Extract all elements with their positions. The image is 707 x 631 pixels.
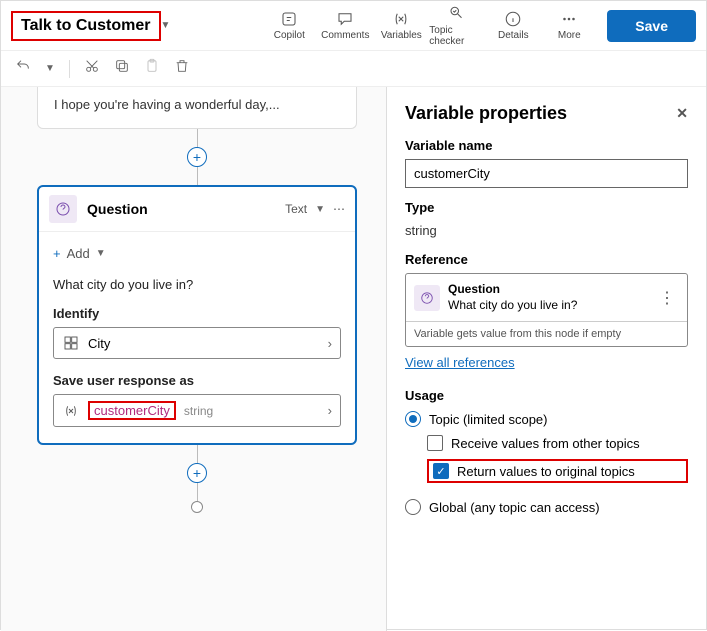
chevron-down-icon[interactable]: ▼: [315, 204, 325, 215]
reference-more-icon[interactable]: ⋮: [655, 288, 679, 308]
identify-label: Identify: [53, 306, 341, 321]
usage-topic-radio[interactable]: [405, 411, 421, 427]
variable-name-label: Variable name: [405, 138, 688, 153]
details-button[interactable]: Details: [485, 10, 541, 41]
variable-type: string: [184, 404, 213, 418]
copy-button[interactable]: [114, 58, 130, 79]
return-values-label: Return values to original topics: [457, 464, 635, 479]
variables-button[interactable]: Variables: [373, 10, 429, 41]
variable-name-input[interactable]: [405, 159, 688, 188]
variable-properties-panel: Variable properties ✕ Variable name Type…: [386, 87, 706, 631]
add-node-button[interactable]: +: [187, 463, 207, 483]
question-node-title: Question: [87, 201, 275, 217]
reference-box: Question What city do you live in? ⋮ Var…: [405, 273, 688, 347]
question-icon: [49, 195, 77, 223]
usage-topic-label: Topic (limited scope): [429, 412, 548, 427]
question-node[interactable]: Question Text ▼ ⋯ + Add ▼ What city do y…: [37, 185, 357, 445]
question-icon: [414, 285, 440, 311]
reference-title: Question: [448, 282, 647, 298]
reference-subtitle: What city do you live in?: [448, 298, 647, 314]
reference-note: Variable gets value from this node if em…: [406, 321, 687, 346]
chevron-down-icon[interactable]: ▼: [161, 20, 171, 31]
undo-button[interactable]: [15, 58, 31, 79]
undo-chevron-icon[interactable]: ▼: [45, 63, 55, 74]
copilot-button[interactable]: Copilot: [261, 10, 317, 41]
save-button[interactable]: Save: [607, 10, 696, 42]
topic-name: Talk to Customer: [21, 17, 151, 35]
type-value: string: [405, 221, 688, 240]
question-type-badge[interactable]: Text: [285, 202, 307, 216]
message-node[interactable]: I hope you're having a wonderful day,...: [37, 87, 357, 129]
save-as-field[interactable]: customerCity string ›: [53, 394, 341, 427]
chevron-right-icon: ›: [328, 403, 332, 418]
usage-label: Usage: [405, 388, 688, 403]
top-bar: Talk to Customer ▼ Copilot Comments Vari…: [1, 1, 706, 51]
view-all-references-link[interactable]: View all references: [405, 355, 515, 370]
entity-icon: [62, 334, 80, 352]
type-label: Type: [405, 200, 688, 215]
variable-name: customerCity: [88, 401, 176, 420]
panel-title: Variable properties: [405, 103, 567, 124]
identify-value: City: [88, 336, 320, 351]
return-values-checkbox[interactable]: ✓: [433, 463, 449, 479]
receive-values-label: Receive values from other topics: [451, 436, 640, 451]
topic-title-dropdown[interactable]: Talk to Customer: [11, 11, 161, 41]
cut-button[interactable]: [84, 58, 100, 79]
reference-label: Reference: [405, 252, 688, 267]
receive-values-checkbox[interactable]: [427, 435, 443, 451]
close-button[interactable]: ✕: [676, 105, 688, 122]
node-more-icon[interactable]: ⋯: [333, 202, 345, 216]
add-button[interactable]: + Add ▼: [53, 242, 341, 271]
question-prompt[interactable]: What city do you live in?: [53, 271, 341, 306]
variable-icon: [62, 402, 80, 420]
more-button[interactable]: More: [541, 10, 597, 41]
toolbar-secondary: ▼: [1, 51, 706, 87]
topic-checker-button[interactable]: Topic checker: [429, 5, 485, 47]
save-as-label: Save user response as: [53, 373, 341, 388]
delete-button[interactable]: [174, 58, 190, 79]
comments-button[interactable]: Comments: [317, 10, 373, 41]
usage-global-radio[interactable]: [405, 499, 421, 515]
authoring-canvas[interactable]: I hope you're having a wonderful day,...…: [1, 87, 386, 631]
usage-global-label: Global (any topic can access): [429, 500, 600, 515]
identify-field[interactable]: City ›: [53, 327, 341, 359]
chevron-right-icon: ›: [328, 336, 332, 351]
add-node-button[interactable]: +: [187, 147, 207, 167]
paste-button[interactable]: [144, 58, 160, 79]
message-node-text: I hope you're having a wonderful day,...: [54, 97, 280, 112]
end-node: [191, 501, 203, 513]
